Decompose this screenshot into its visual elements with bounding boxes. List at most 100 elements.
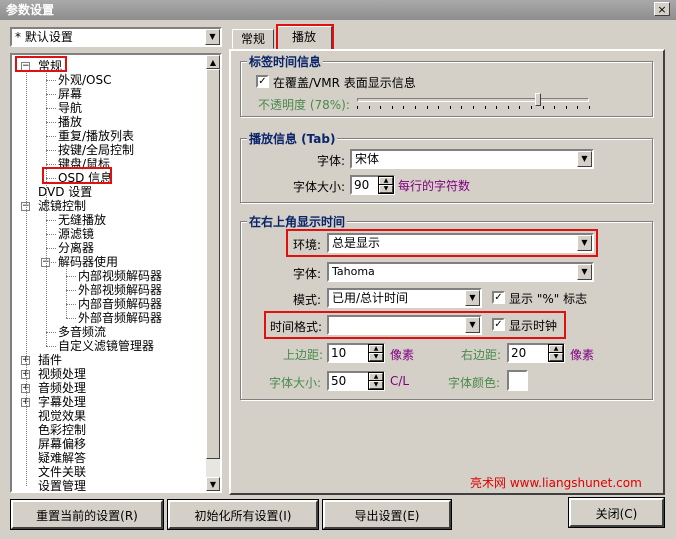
- tree-guide: [66, 269, 67, 318]
- highlight-env: [286, 229, 598, 257]
- profile-value: * 默认设置: [15, 30, 73, 44]
- tree-item[interactable]: 视觉效果: [38, 409, 86, 423]
- tree-item[interactable]: 按键/全局控制: [58, 143, 134, 157]
- scroll-thumb[interactable]: [206, 69, 220, 459]
- spin-up-icon[interactable]: ▲: [548, 344, 564, 354]
- tree-item[interactable]: 设置管理: [38, 479, 86, 491]
- close-window-button[interactable]: ×: [654, 2, 670, 16]
- tree-item[interactable]: 重复/播放列表: [58, 129, 134, 143]
- spin-up-icon[interactable]: ▲: [368, 372, 384, 382]
- tree-guide: [46, 73, 47, 178]
- settings-tree: − 常规 外观/OSC 屏幕 导航 播放 重复/播放列表 按键/全局控制 键盘/鼠标 OSD 信息…: [10, 53, 222, 493]
- tree-connector: [66, 318, 76, 319]
- info-size-label: 字体大小:: [293, 180, 346, 194]
- chevron-down-icon: ▼: [577, 264, 592, 280]
- tree-item[interactable]: 内部音频解码器: [78, 297, 162, 311]
- init-all-button[interactable]: 初始化所有设置(I): [167, 499, 319, 530]
- tree-connector: [46, 346, 56, 347]
- tree-item[interactable]: 屏幕: [58, 87, 82, 101]
- tab-general[interactable]: 常规: [232, 29, 274, 49]
- font-size-label: 字体大小:: [269, 376, 322, 390]
- slider-tick: [542, 106, 544, 109]
- tree-item[interactable]: 分离器: [58, 241, 94, 255]
- tree-item[interactable]: 导航: [58, 101, 82, 115]
- opacity-slider-track[interactable]: [357, 98, 589, 102]
- info-size-value: 90: [354, 178, 370, 192]
- tree-guide: [26, 71, 27, 486]
- highlight-general: [15, 56, 67, 72]
- tree-item[interactable]: 音频处理: [38, 381, 86, 395]
- spin-down-icon[interactable]: ▼: [378, 184, 394, 194]
- slider-tick: [461, 106, 463, 109]
- slider-tick: [577, 106, 579, 109]
- export-settings-button[interactable]: 导出设置(E): [322, 499, 452, 530]
- mode-select[interactable]: 已用/总计时间 ▼: [327, 288, 482, 308]
- tree-item[interactable]: 无缝播放: [58, 213, 106, 227]
- highlight-tab-playback: [276, 24, 334, 51]
- spin-up-icon[interactable]: ▲: [368, 344, 384, 354]
- tree-item[interactable]: 自定义滤镜管理器: [58, 339, 154, 353]
- slider-tick: [554, 106, 556, 109]
- slider-tick: [415, 106, 416, 109]
- title-bar: [0, 0, 676, 20]
- info-font-select[interactable]: 宋体 ▼: [350, 149, 594, 169]
- profile-select[interactable]: * 默认设置 ▼: [10, 27, 222, 47]
- tree-item[interactable]: 疑难解答: [38, 451, 86, 465]
- tree-item[interactable]: 解码器使用: [58, 255, 118, 269]
- show-percent-label: 显示 "%" 标志: [509, 292, 588, 306]
- tree-item[interactable]: 插件: [38, 353, 62, 367]
- slider-tick: [438, 106, 440, 109]
- slider-tick: [391, 106, 393, 109]
- tree-item[interactable]: 外部音频解码器: [78, 311, 162, 325]
- tree-item[interactable]: 多音频流: [58, 325, 106, 339]
- font-color-swatch[interactable]: [507, 370, 528, 391]
- spin-down-icon[interactable]: ▼: [368, 352, 384, 362]
- spin-down-icon[interactable]: ▼: [368, 380, 384, 390]
- group-osd-timer-title: 标签时间信息: [247, 53, 324, 70]
- watermark-text: 亮术网 www.liangshunet.com: [470, 476, 642, 490]
- chevron-down-icon: ▼: [577, 151, 592, 167]
- slider-tick: [380, 106, 382, 109]
- right-margin-label: 右边距:: [461, 348, 502, 362]
- opacity-label: 不透明度 (78%):: [258, 98, 350, 112]
- time-font-select[interactable]: Tahoma ▼: [327, 262, 594, 282]
- tree-item[interactable]: 文件关联: [38, 465, 86, 479]
- window-title: 参数设置: [6, 3, 55, 17]
- mode-label: 模式:: [293, 293, 322, 307]
- tree-connector: [46, 164, 56, 165]
- slider-tick: [484, 106, 486, 109]
- tree-item[interactable]: 外部视频解码器: [78, 283, 162, 297]
- tree-item[interactable]: 色彩控制: [38, 423, 86, 437]
- tree-item[interactable]: 屏幕偏移: [38, 437, 86, 451]
- reset-current-button[interactable]: 重置当前的设置(R): [10, 499, 164, 530]
- slider-tick: [368, 106, 370, 109]
- tree-connector: [46, 122, 56, 123]
- spin-up-icon[interactable]: ▲: [378, 176, 394, 186]
- close-button[interactable]: 关闭(C): [568, 497, 665, 528]
- tree-item[interactable]: 播放: [58, 115, 82, 129]
- top-margin-stepper[interactable]: 10 ▲ ▼: [327, 343, 385, 363]
- tree-content: − 常规 外观/OSC 屏幕 导航 播放 重复/播放列表 按键/全局控制 键盘/鼠标 OSD 信息…: [12, 55, 206, 491]
- tree-connector: [46, 220, 56, 221]
- scroll-up-icon[interactable]: ▲: [206, 55, 220, 69]
- spin-down-icon[interactable]: ▼: [548, 352, 564, 362]
- font-size-stepper[interactable]: 50 ▲ ▼: [327, 371, 385, 391]
- opacity-slider-thumb[interactable]: [534, 93, 541, 106]
- tree-connector: [66, 290, 76, 291]
- info-size-stepper[interactable]: 90 ▲ ▼: [350, 175, 395, 195]
- slider-tick: [565, 106, 567, 109]
- tree-item[interactable]: 内部视频解码器: [78, 269, 162, 283]
- tree-item[interactable]: 字幕处理: [38, 395, 86, 409]
- right-margin-stepper[interactable]: 20 ▲ ▼: [507, 343, 565, 363]
- tree-item[interactable]: 视频处理: [38, 367, 86, 381]
- tree-item[interactable]: 外观/OSC: [58, 73, 112, 87]
- group-time-display-title: 在右上角显示时间: [247, 213, 348, 230]
- show-percent-checkbox[interactable]: ✓: [492, 291, 505, 304]
- slider-tick: [473, 106, 474, 109]
- tree-item[interactable]: 源滤镜: [58, 227, 94, 241]
- scroll-down-icon[interactable]: ▼: [206, 477, 220, 491]
- overlay-checkbox[interactable]: ✓: [256, 75, 269, 88]
- tree-scrollbar[interactable]: ▲ ▼: [206, 55, 220, 491]
- highlight-osd: [42, 167, 112, 184]
- font-color-label: 字体颜色:: [448, 376, 501, 390]
